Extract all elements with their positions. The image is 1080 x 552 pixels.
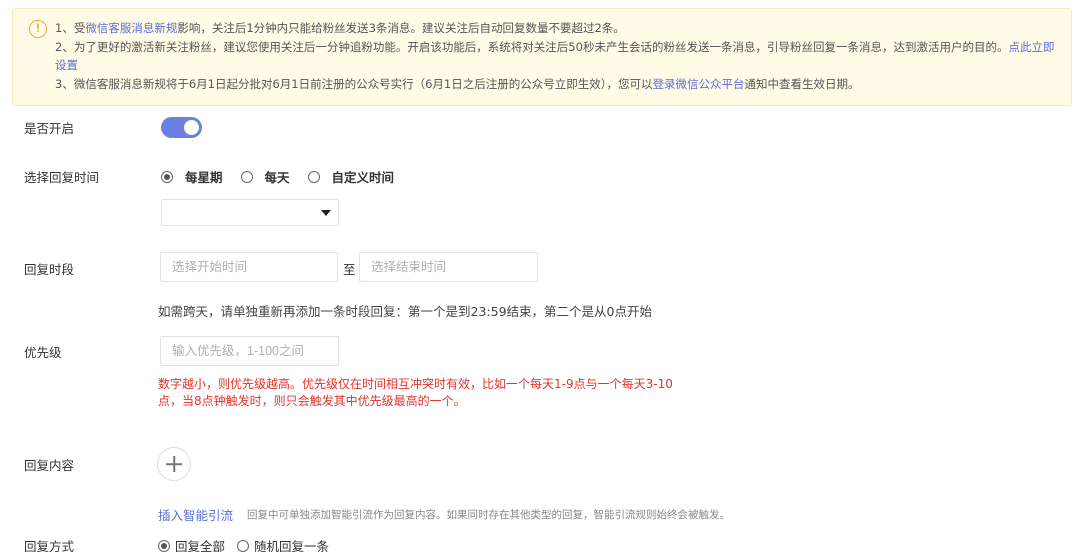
wechat-platform-link[interactable]: 登录微信公众平台	[652, 77, 744, 91]
radio-unchecked-icon	[237, 539, 250, 552]
period-separator: 至	[343, 262, 356, 277]
caret-down-icon	[321, 210, 331, 216]
mode-radio-group: 回复全部 随机回复一条	[158, 536, 341, 552]
mode-option-all[interactable]: 回复全部	[158, 536, 225, 552]
notice-line-1: 1、受微信客服消息新规影响，关注后1分钟内只能给粉丝发送3条消息。建议关注后自动…	[55, 21, 625, 35]
mode-label: 回复方式	[24, 539, 75, 552]
notice-line-3: 3、微信客服消息新规将于6月1日起分批对6月1日前注册的公众号实行（6月1日之后…	[55, 76, 860, 91]
radio-checked-icon	[161, 170, 173, 183]
period-label: 回复时段	[24, 262, 75, 277]
mode-option-random[interactable]: 随机回复一条	[237, 536, 329, 552]
exclamation-circle-icon: !	[29, 20, 47, 38]
notice-banner: ! 1、受微信客服消息新规影响，关注后1分钟内只能给粉丝发送3条消息。建议关注后…	[12, 8, 1072, 106]
end-time-input[interactable]	[359, 252, 538, 282]
radio-unchecked-icon	[240, 170, 253, 183]
priority-warning: 数字越小，则优先级越高。优先级仅在时间相互冲突时有效，比如一个每天1-9点与一个…	[158, 377, 673, 408]
schedule-option-daily[interactable]: 每天	[240, 167, 290, 186]
enable-label: 是否开启	[24, 121, 75, 136]
priority-input[interactable]	[160, 336, 339, 366]
add-content-button[interactable]	[157, 447, 191, 481]
radio-checked-icon	[158, 539, 170, 552]
notice-text: 1、受微信客服消息新规影响，关注后1分钟内只能给粉丝发送3条消息。建议关注后自动…	[55, 19, 1057, 93]
schedule-option-custom[interactable]: 自定义时间	[307, 167, 394, 186]
schedule-radio-group: 每星期 每天 自定义时间	[161, 167, 412, 186]
schedule-label: 选择回复时间	[24, 170, 100, 185]
toggle-knob	[184, 120, 199, 135]
period-hint: 如需跨天，请单独重新再添加一条时段回复：第一个是到23:59结束，第二个是从0点…	[158, 304, 652, 319]
start-time-input[interactable]	[160, 252, 338, 282]
schedule-option-weekly[interactable]: 每星期	[161, 167, 223, 186]
wechat-rule-link[interactable]: 微信客服消息新规	[85, 21, 177, 35]
insert-smart-link[interactable]: 插入智能引流	[158, 505, 233, 524]
enable-toggle[interactable]	[161, 117, 202, 138]
weekday-select[interactable]	[161, 199, 339, 226]
insert-smart-desc: 回复中可单独添加智能引流作为回复内容。如果同时存在其他类型的回复，智能引流规则始…	[247, 509, 730, 521]
notice-line-2: 2、为了更好的激活新关注粉丝，建议您使用关注后一分钟追粉功能。开启该功能后，系统…	[55, 39, 1055, 73]
radio-unchecked-icon	[307, 170, 320, 183]
priority-label: 优先级	[24, 345, 62, 360]
content-label: 回复内容	[24, 458, 75, 473]
